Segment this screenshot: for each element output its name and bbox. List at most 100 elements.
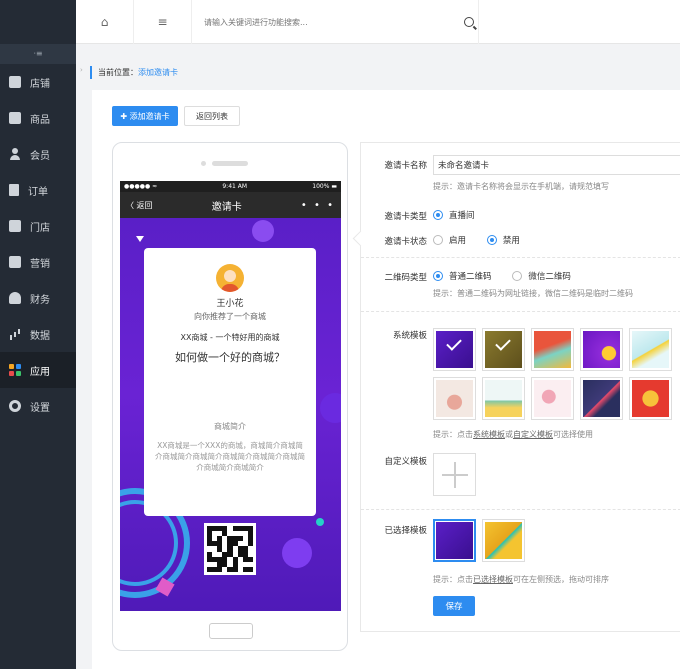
invite-card: 王小花 向你推荐了一个商城 XX商城 - 一个特好用的商城 如何做一个好的商城？… bbox=[144, 248, 316, 516]
sidebar-item-label: 营销 bbox=[30, 258, 50, 270]
sidebar-item-label: 数据 bbox=[30, 330, 50, 342]
back-to-list-button[interactable]: 返回列表 bbox=[184, 106, 240, 126]
breadcrumb-prefix: 当前位置： bbox=[98, 68, 138, 77]
sidebar-item-shop[interactable]: 门店 bbox=[0, 208, 76, 244]
phone-back-button[interactable]: 〈 返回 bbox=[126, 200, 153, 211]
selected-template-thumb[interactable] bbox=[482, 519, 525, 562]
sidebar-item-marketing[interactable]: 营销 bbox=[0, 244, 76, 280]
invite-poster: 王小花 向你推荐了一个商城 XX商城 - 一个特好用的商城 如何做一个好的商城？… bbox=[120, 218, 341, 611]
order-icon bbox=[9, 184, 19, 196]
qr-radio-group: 普通二维码 微信二维码 bbox=[433, 270, 589, 284]
save-button[interactable]: 保存 bbox=[433, 596, 475, 616]
sidebar-item-apps[interactable]: 应用 bbox=[0, 352, 76, 388]
sidebar-item-label: 会员 bbox=[30, 150, 50, 162]
phone-status-bar: ●●●●● ≈ 9:41 AM 100% ▬ bbox=[120, 181, 341, 192]
invite-card-form: 邀请卡名称 提示：邀请卡名称将会显示在手机端，请规范填写 邀请卡类型 直播间 邀… bbox=[360, 142, 680, 632]
radio-label: 微信二维码 bbox=[528, 272, 571, 282]
top-bar: ⌂ ≡ bbox=[76, 0, 680, 44]
selected-template-thumb[interactable] bbox=[433, 519, 476, 562]
selected-template-hint: 提示：点击已选择模板可在左侧预选，拖动可排序 bbox=[433, 574, 609, 585]
apps-icon bbox=[9, 364, 21, 376]
hint-text: 可在左侧预选，拖动可排序 bbox=[513, 575, 609, 584]
template-thumb[interactable] bbox=[629, 377, 672, 420]
add-custom-template-button[interactable] bbox=[433, 453, 476, 496]
goods-icon bbox=[9, 112, 21, 124]
template-thumb[interactable] bbox=[482, 377, 525, 420]
qr-module bbox=[247, 566, 253, 572]
sidebar-collapse-icon[interactable]: ⋅≡ bbox=[0, 44, 76, 64]
qr-code-pattern bbox=[207, 526, 253, 572]
system-template-hint: 提示：点击系统模板或自定义模板可选择使用 bbox=[433, 429, 593, 440]
status-radio-group: 启用 禁用 bbox=[433, 234, 538, 248]
radio-circle[interactable] bbox=[433, 210, 443, 220]
sidebar-item-data[interactable]: 数据 bbox=[0, 316, 76, 352]
custom-template-link[interactable]: 自定义模板 bbox=[513, 430, 553, 439]
radio-enable[interactable]: 启用 bbox=[433, 234, 466, 246]
sidebar-item-member[interactable]: 会员 bbox=[0, 136, 76, 172]
radio-circle[interactable] bbox=[512, 271, 523, 281]
hint-text: 提示：点击 bbox=[433, 575, 473, 584]
radio-circle[interactable] bbox=[433, 235, 443, 245]
card-recommend-text: 向你推荐了一个商城 bbox=[194, 312, 266, 321]
radio-wechat-qr[interactable]: 微信二维码 bbox=[512, 270, 571, 282]
chart-icon bbox=[9, 328, 21, 340]
card-name-input[interactable] bbox=[433, 155, 680, 175]
card-headline: 如何做一个好的商城？ bbox=[175, 351, 285, 364]
radio-label: 禁用 bbox=[502, 236, 520, 246]
status-time: 9:41 AM bbox=[222, 183, 248, 190]
sidebar-item-store[interactable]: 店铺 bbox=[0, 64, 76, 100]
radio-label: 普通二维码 bbox=[449, 272, 492, 282]
template-thumb[interactable] bbox=[482, 328, 525, 371]
card-user-name: 王小花 bbox=[216, 299, 244, 309]
home-icon[interactable]: ⌂ bbox=[76, 0, 134, 44]
search-icon[interactable] bbox=[464, 17, 474, 27]
hint-text: 或 bbox=[505, 430, 513, 439]
menu-icon[interactable]: ≡ bbox=[134, 0, 192, 44]
phone-home-button bbox=[209, 623, 253, 639]
status-label: 邀请卡状态 bbox=[384, 237, 427, 247]
phone-preview: ●●●●● ≈ 9:41 AM 100% ▬ 〈 返回 邀请卡 • • • 王小… bbox=[112, 142, 348, 651]
logo-area bbox=[0, 0, 76, 44]
divider bbox=[361, 311, 680, 312]
sidebar-item-label: 设置 bbox=[30, 402, 50, 414]
more-icon[interactable]: • • • bbox=[301, 200, 335, 211]
sidebar-item-settings[interactable]: 设置 bbox=[0, 388, 76, 424]
radio-live-room[interactable]: 直播间 bbox=[433, 209, 475, 221]
selected-template-link[interactable]: 已选择模板 bbox=[473, 575, 513, 584]
search-input[interactable] bbox=[204, 17, 434, 27]
system-template-link[interactable]: 系统模板 bbox=[473, 430, 505, 439]
finance-icon bbox=[9, 292, 21, 304]
hint-text: 提示：点击 bbox=[433, 430, 473, 439]
divider bbox=[361, 257, 680, 258]
sidebar-item-goods[interactable]: 商品 bbox=[0, 100, 76, 136]
template-thumb[interactable] bbox=[433, 377, 476, 420]
custom-template-label: 自定义模板 bbox=[384, 457, 427, 467]
radio-circle[interactable] bbox=[486, 235, 497, 245]
template-thumb[interactable] bbox=[629, 328, 672, 371]
template-thumb[interactable] bbox=[580, 377, 623, 420]
template-thumb[interactable] bbox=[580, 328, 623, 371]
chevron-right-icon[interactable]: › bbox=[80, 66, 83, 74]
template-thumb[interactable] bbox=[433, 328, 476, 371]
decor-dot bbox=[282, 538, 312, 568]
breadcrumb-current[interactable]: 添加邀请卡 bbox=[138, 68, 178, 77]
template-thumb[interactable] bbox=[531, 328, 574, 371]
decor-triangle bbox=[136, 236, 144, 242]
user-icon bbox=[9, 148, 21, 160]
phone-screen: ●●●●● ≈ 9:41 AM 100% ▬ 〈 返回 邀请卡 • • • 王小… bbox=[120, 181, 341, 611]
template-thumb[interactable] bbox=[531, 377, 574, 420]
radio-circle[interactable] bbox=[433, 271, 443, 281]
sidebar-item-label: 财务 bbox=[30, 294, 50, 306]
system-template-label: 系统模板 bbox=[392, 331, 427, 341]
radio-disable[interactable]: 禁用 bbox=[486, 234, 520, 246]
shop-icon bbox=[9, 220, 21, 232]
selected-template-list bbox=[433, 519, 525, 562]
radio-normal-qr[interactable]: 普通二维码 bbox=[433, 270, 492, 282]
add-invite-card-button[interactable]: ✚ 添加邀请卡 bbox=[112, 106, 178, 126]
phone-title: 邀请卡 bbox=[211, 201, 242, 213]
type-label: 邀请卡类型 bbox=[384, 212, 427, 222]
sidebar-item-finance[interactable]: 财务 bbox=[0, 280, 76, 316]
sidebar-item-label: 订单 bbox=[28, 186, 48, 198]
sidebar-item-order[interactable]: 订单 bbox=[0, 172, 76, 208]
decor-dot bbox=[316, 518, 324, 526]
